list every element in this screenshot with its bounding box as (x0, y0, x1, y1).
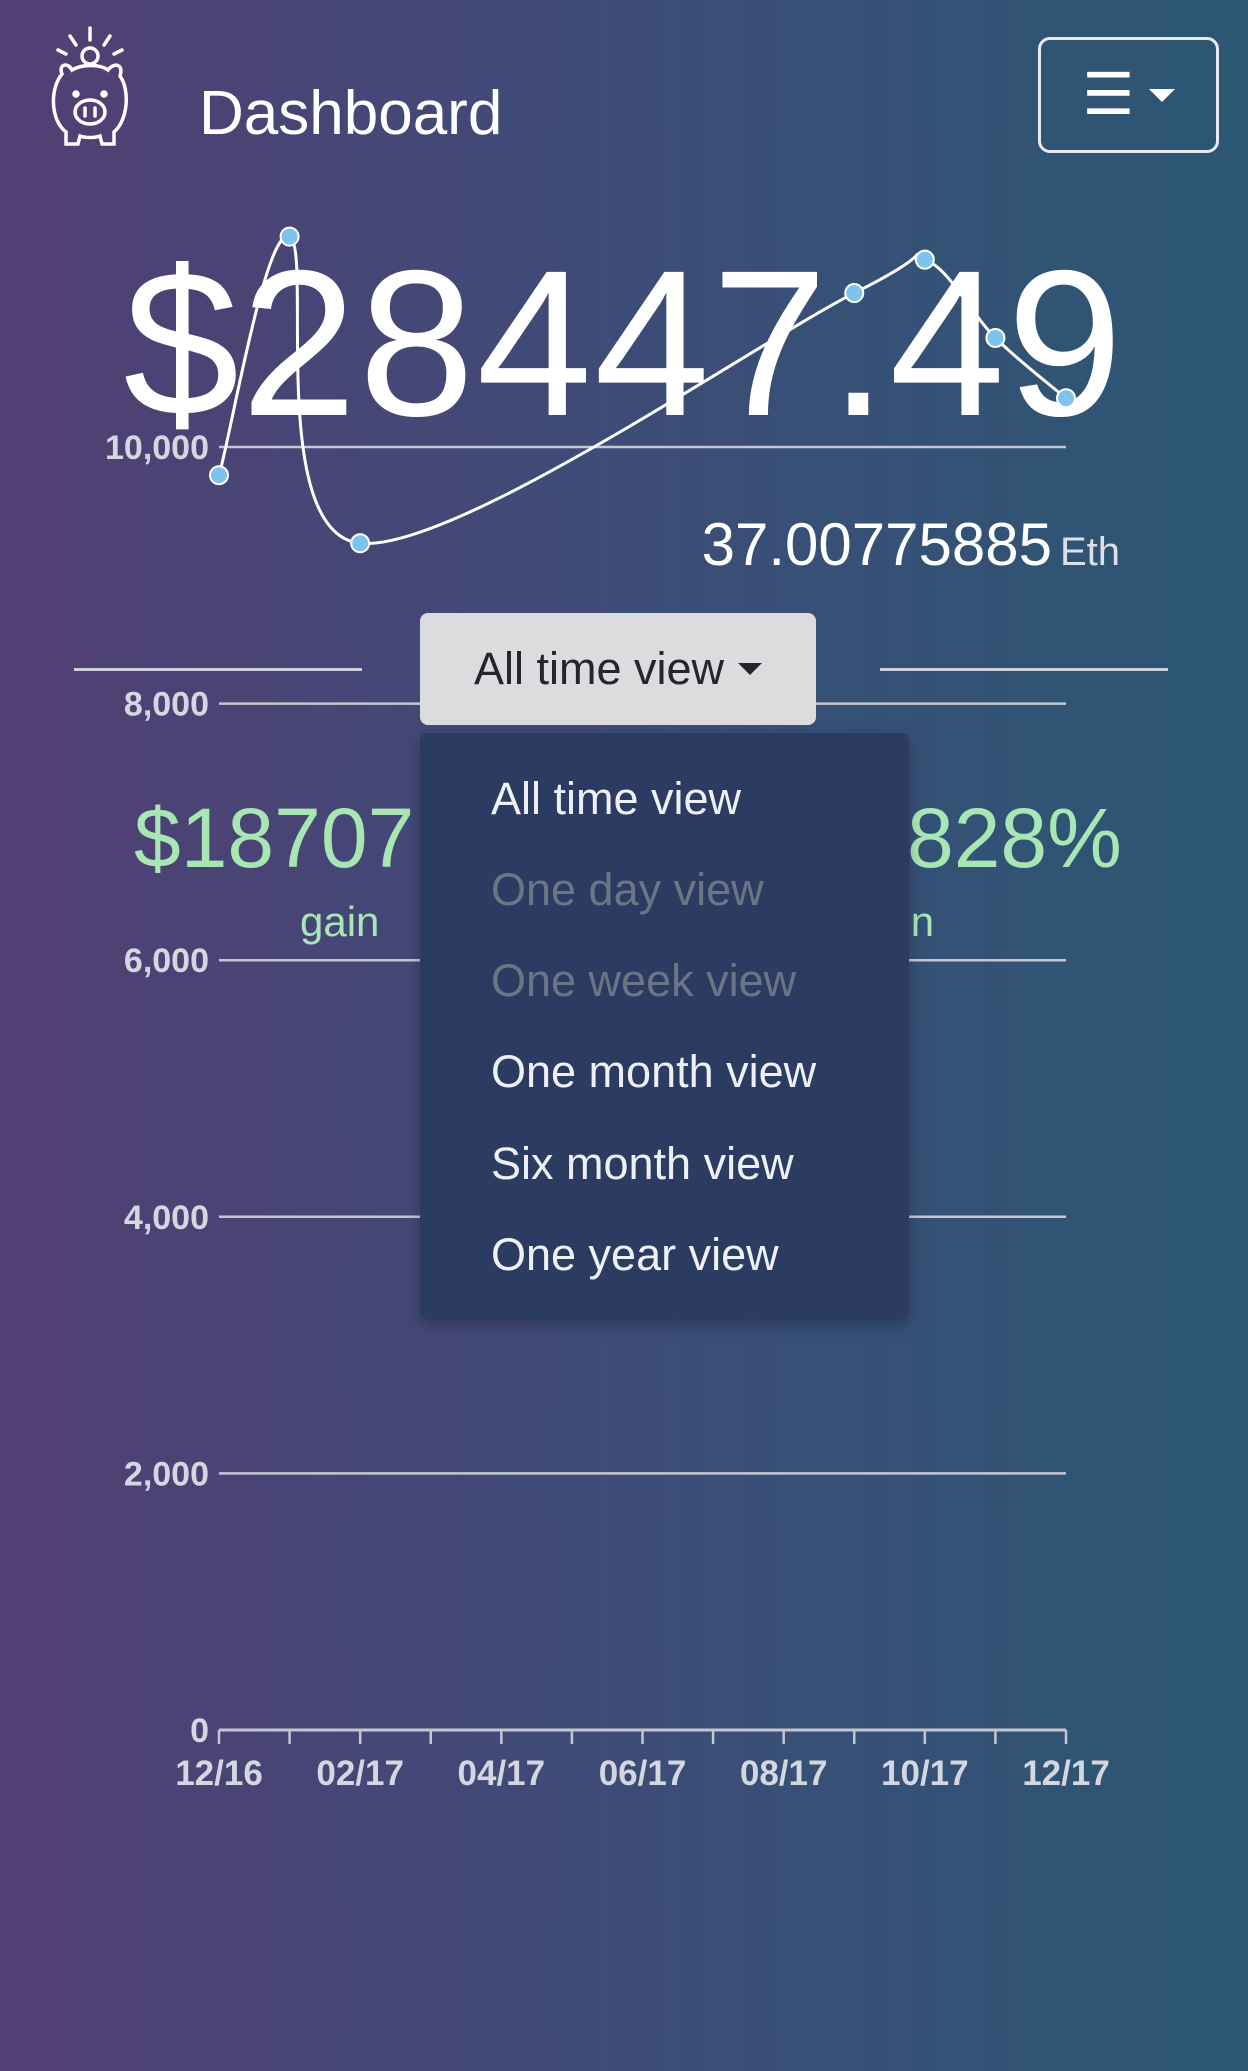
y-tick-label: 6,000 (124, 942, 209, 980)
y-tick-label: 8,000 (124, 686, 209, 724)
y-tick-label: 2,000 (124, 1455, 209, 1493)
x-tick-label: 06/17 (599, 1754, 687, 1793)
view-dropdown-menu: All time view One day view One week view… (420, 733, 909, 1319)
x-tick-label: 04/17 (458, 1754, 546, 1793)
x-tick-label: 02/17 (316, 1754, 404, 1793)
x-tick-label: 12/17 (1022, 1754, 1110, 1793)
x-tick-label: 08/17 (740, 1754, 828, 1793)
view-selector-label: All time view (473, 643, 725, 694)
dropdown-item-all-time[interactable]: All time view (491, 773, 741, 825)
dropdown-item-six-month[interactable]: Six month view (491, 1138, 794, 1190)
y-tick-label: 0 (190, 1712, 209, 1750)
chevron-down-icon (738, 663, 763, 675)
y-tick-label: 10,000 (105, 429, 209, 467)
series-line (217, 235, 1067, 545)
x-tick-label: 10/17 (881, 1754, 969, 1793)
data-point (209, 465, 229, 486)
data-point (985, 327, 1006, 348)
y-tick-label: 4,000 (124, 1199, 209, 1237)
data-point (914, 249, 935, 270)
data-point (1056, 388, 1076, 409)
data-point (350, 533, 371, 554)
data-point (279, 226, 300, 247)
dropdown-item-one-year[interactable]: One year view (491, 1229, 779, 1281)
dropdown-item-one-week[interactable]: One week view (491, 955, 796, 1007)
data-point (844, 283, 865, 304)
dropdown-item-one-day[interactable]: One day view (491, 864, 764, 916)
x-tick-label: 12/16 (175, 1754, 263, 1793)
view-selector-button[interactable]: All time view (420, 613, 816, 725)
dropdown-item-one-month[interactable]: One month view (491, 1046, 816, 1098)
